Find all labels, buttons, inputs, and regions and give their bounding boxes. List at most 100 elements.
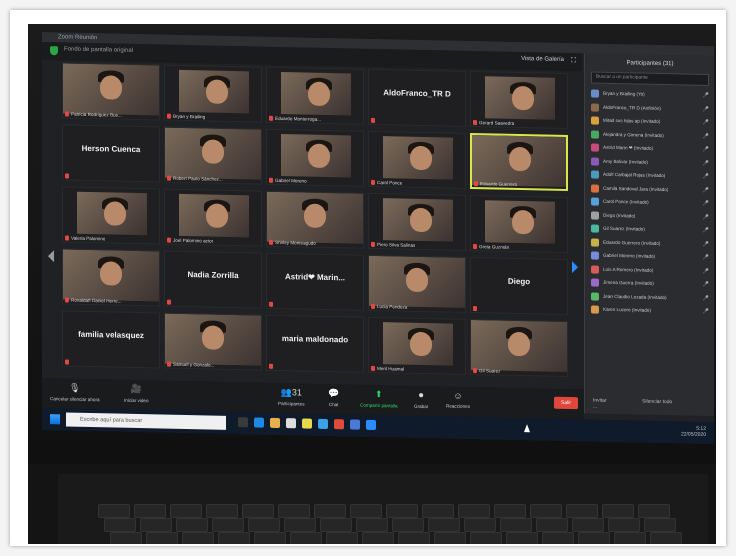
participant-tile[interactable]: Eduardo Monterroga... — [266, 66, 364, 125]
participant-row[interactable]: Adolf Carbajal Rojas (Invitado) 🎤 — [591, 168, 709, 183]
participant-tile[interactable]: Robert Paulo Sánchez... — [164, 126, 262, 185]
participant-avatar — [591, 183, 599, 193]
participant-tile[interactable]: Nadia Zorrilla — [164, 250, 262, 309]
folder-icon[interactable] — [302, 418, 312, 429]
participant-tile[interactable]: Gabriel Moreno — [266, 128, 364, 187]
participant-tile[interactable]: maria maldonado — [266, 314, 364, 373]
more-button[interactable]: ... — [593, 404, 597, 410]
zoom-app-icon[interactable] — [366, 419, 376, 430]
keyboard-key — [98, 504, 130, 518]
participant-row[interactable]: Jimena Guerra (Invitado) 🎤 — [591, 276, 709, 291]
participant-tile[interactable]: Piero Silva Salinas — [368, 192, 466, 251]
keyboard-key — [428, 518, 460, 532]
participant-search-input[interactable]: Buscar a un participante — [591, 71, 709, 86]
muted-mic-icon — [167, 361, 171, 367]
participant-face — [307, 143, 330, 169]
participant-tile[interactable]: Samuel y Gonzalo... — [164, 312, 262, 371]
participant-tile[interactable]: Valeria Palomino — [62, 186, 160, 245]
reactions-button[interactable]: ☺ Reacciones — [446, 390, 470, 409]
reactions-icon: ☺ — [453, 390, 463, 401]
muted-mic-icon: 🎤 — [702, 241, 709, 248]
participant-caption: Gerard Saavedra — [479, 120, 515, 126]
participant-row[interactable]: Diego (Invitado) 🎤 — [591, 209, 709, 224]
prev-page-icon[interactable] — [48, 250, 54, 263]
participant-display-name: Herson Cuenca — [81, 143, 141, 155]
participant-row[interactable]: Gabriel Moreno (Invitado) 🎤 — [591, 249, 709, 264]
share-screen-button[interactable]: ⬆ Compartir pantalla — [360, 389, 398, 409]
participant-tile[interactable]: Herson Cuenca — [62, 124, 160, 183]
participant-tile[interactable]: AldoFranco_TR D — [368, 68, 466, 127]
participant-row-name: Bryan y Brailing (Yo) — [603, 90, 645, 97]
edge-icon[interactable] — [254, 417, 264, 428]
participant-tile[interactable]: familia velasquez — [62, 310, 160, 369]
participant-tile[interactable]: Gerard Saavedra — [470, 70, 568, 130]
participant-tile[interactable]: Carol Ponce — [368, 130, 466, 189]
participant-tile[interactable]: Shirley Monteagudo — [266, 190, 364, 249]
participant-tile[interactable]: Patricia Rodríguez Bus... — [62, 62, 160, 121]
mouse-cursor — [524, 424, 530, 433]
muted-mic-icon — [65, 235, 69, 241]
participant-caption: Gabriel Moreno — [275, 177, 307, 184]
keyboard-key — [434, 532, 466, 544]
chrome-icon[interactable] — [334, 419, 344, 430]
next-page-icon[interactable] — [572, 261, 578, 274]
participant-display-name: Astrid❤ Marin... — [284, 272, 346, 283]
participant-row[interactable]: Luis A Romero (Invitado) 🎤 — [591, 263, 709, 278]
participant-face — [307, 81, 330, 107]
participant-row[interactable]: Astrid Marin ❤ (Invitado) 🎤 — [591, 141, 709, 156]
participant-tile[interactable]: Bryan y Brailing — [164, 64, 262, 123]
participant-row[interactable]: Karen Lucero (Invitado) 🎤 — [591, 303, 709, 318]
participant-tile[interactable]: Greta Guzmán — [470, 194, 568, 254]
participant-row[interactable]: Bryan y Brailing (Yo) 🎤 — [591, 87, 709, 102]
start-video-button[interactable]: 🎥 Iniciar video — [124, 384, 149, 403]
share-screen-label: Compartir pantalla — [360, 402, 398, 409]
participant-tile[interactable]: Diego — [470, 256, 568, 316]
participant-row[interactable]: AldoFranco_TR D (Anfitrión) 🎤 — [591, 101, 709, 116]
participant-row-name: Carol Ponce (Invitado) — [603, 198, 649, 205]
windows-start-icon[interactable] — [50, 414, 60, 425]
participant-avatar — [591, 291, 599, 301]
participant-tile[interactable]: Astrid❤ Marin... — [266, 252, 364, 311]
participant-row[interactable]: Alejandra y Gimena (Invitado) 🎤 — [591, 128, 709, 143]
participant-row[interactable]: Camila Sandoval Jara (Invitado) 🎤 — [591, 182, 709, 197]
taskbar-search-input[interactable]: Escribe aquí para buscar — [66, 412, 226, 430]
chat-button[interactable]: 💬 Chat — [328, 388, 339, 407]
keyboard-key — [398, 532, 430, 544]
participant-tile[interactable]: Meril Huamal — [368, 316, 466, 375]
mail-icon[interactable] — [318, 418, 328, 429]
fullscreen-icon[interactable]: ⛶ — [571, 57, 576, 65]
shield-app-icon[interactable] — [350, 419, 360, 430]
participant-row[interactable]: Jean Claudio Lozada (Invitado) 🎤 — [591, 290, 709, 305]
task-view-icon[interactable] — [238, 417, 248, 428]
participant-row[interactable]: Mitad sus hijas ap (Invitado) 🎤 — [591, 114, 709, 129]
participant-row[interactable]: Carol Ponce (Invitado) 🎤 — [591, 195, 709, 210]
participants-button[interactable]: 👥31 Participantes — [278, 387, 305, 407]
participant-row[interactable]: Eduardo Guerrero (Invitado) 🎤 — [591, 236, 709, 251]
participant-row-name: Astrid Marin ❤ (Invitado) — [603, 144, 654, 151]
participant-avatar — [591, 264, 599, 274]
security-shield-icon[interactable] — [50, 46, 58, 56]
participant-tile[interactable]: Joel Palomino actor — [164, 188, 262, 247]
file-explorer-icon[interactable] — [270, 417, 280, 428]
participant-tile[interactable]: Lucia Pendeza — [368, 254, 466, 313]
laptop-bezel: Zoom Reunión Fondo de pantalla original … — [28, 24, 716, 464]
end-meeting-button[interactable]: Salir — [554, 396, 578, 410]
record-button[interactable]: ⏺ Grabar — [414, 390, 428, 409]
participant-tile[interactable]: Gil Suarez — [470, 318, 568, 378]
participant-row-name: Alejandra y Gimena (Invitado) — [603, 131, 664, 138]
mute-all-button[interactable]: Silenciar todo — [642, 399, 672, 406]
participant-caption: Eduardo Guerrero — [480, 181, 518, 187]
keyboard-key — [212, 518, 244, 532]
unmute-button[interactable]: 🎙 Cancelar silenciar ahora — [50, 382, 100, 403]
participant-row-name: Jean Claudio Lozada (Invitado) — [603, 293, 667, 300]
muted-mic-icon — [269, 115, 273, 121]
gallery-view-button[interactable]: Vista de Galería — [521, 56, 564, 63]
keyboard-key — [644, 518, 676, 532]
participant-tile[interactable]: Ronaldaft Daniel Herre... — [62, 248, 160, 307]
participant-tile[interactable]: Eduardo Guerrero — [470, 132, 568, 192]
participant-avatar — [591, 197, 599, 206]
keyboard-key — [242, 504, 274, 518]
store-icon[interactable] — [286, 418, 296, 429]
participant-row[interactable]: Gil Suarez (Invitado) 🎤 — [591, 222, 709, 237]
participant-row[interactable]: Amy Bolivar (Invitado) 🎤 — [591, 155, 709, 170]
